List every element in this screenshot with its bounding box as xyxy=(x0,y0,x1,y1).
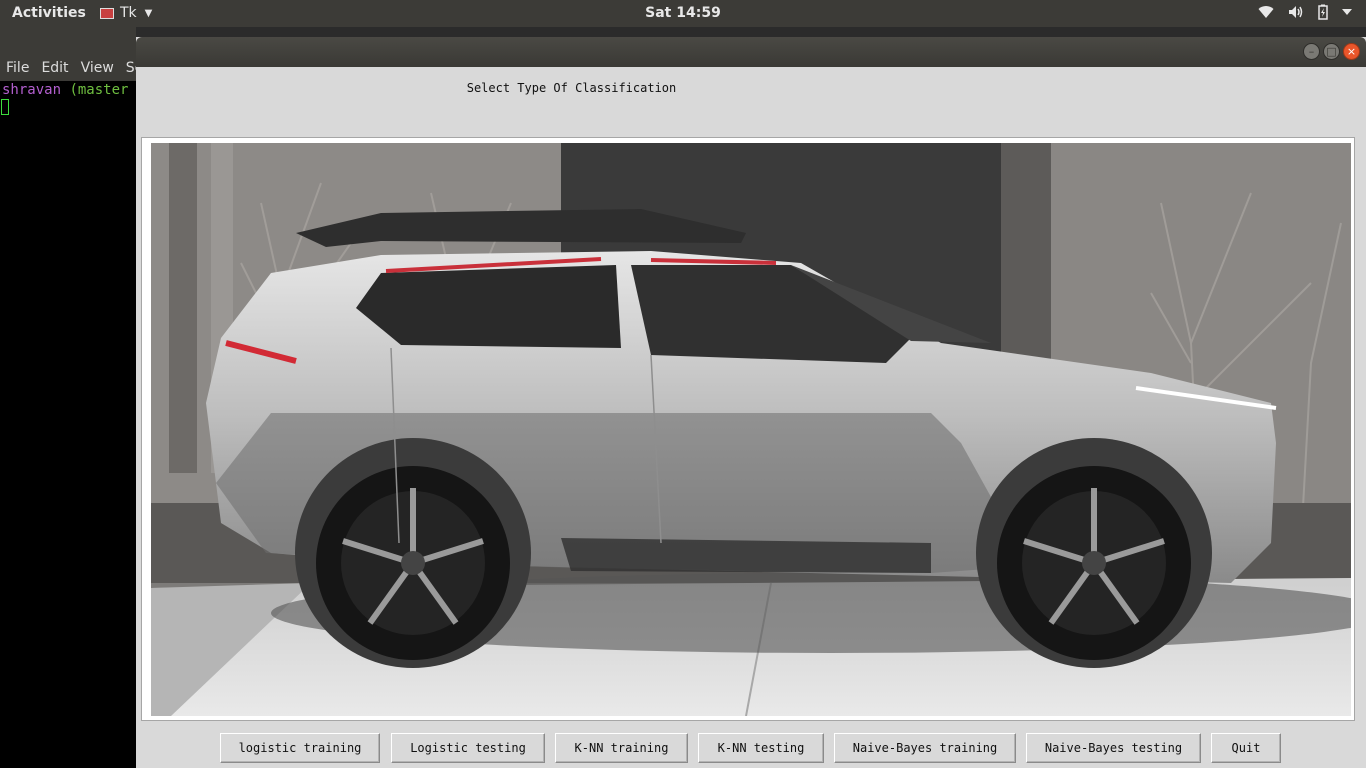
terminal-window: File Edit View Se shravan (master xyxy=(0,27,136,768)
suv-illustration xyxy=(151,143,1351,716)
logistic-training-button[interactable]: logistic training xyxy=(220,733,380,763)
naive-bayes-training-button[interactable]: Naive-Bayes training xyxy=(834,733,1016,763)
menu-edit[interactable]: Edit xyxy=(41,60,68,76)
clock[interactable]: Sat 14:59 xyxy=(0,5,1366,21)
window-titlebar[interactable]: – □ × xyxy=(136,37,1366,67)
terminal-menubar: File Edit View Se xyxy=(0,55,136,81)
car-photo xyxy=(151,143,1351,716)
terminal-cursor xyxy=(1,99,9,115)
window-controls: – □ × xyxy=(1303,43,1360,60)
knn-training-button[interactable]: K-NN training xyxy=(555,733,688,763)
knn-testing-button[interactable]: K-NN testing xyxy=(698,733,824,763)
minimize-icon[interactable]: – xyxy=(1303,43,1320,60)
terminal-titlebar[interactable] xyxy=(0,27,136,55)
battery-icon xyxy=(1318,4,1328,20)
power-menu-chevron-down-icon xyxy=(1342,9,1352,15)
volume-icon xyxy=(1289,6,1303,18)
prompt-branch: (master xyxy=(69,82,129,98)
maximize-icon[interactable]: □ xyxy=(1323,43,1340,60)
naive-bayes-testing-button[interactable]: Naive-Bayes testing xyxy=(1026,733,1201,763)
tk-window: – □ × Select Type Of Classification logi… xyxy=(136,37,1366,768)
system-tray[interactable] xyxy=(1258,4,1352,20)
image-frame xyxy=(141,137,1355,721)
close-icon[interactable]: × xyxy=(1343,43,1360,60)
wifi-icon xyxy=(1258,6,1274,19)
prompt-user: shravan xyxy=(2,82,62,98)
terminal-prompt: shravan (master xyxy=(2,82,128,98)
menu-view[interactable]: View xyxy=(81,60,114,76)
logistic-testing-button[interactable]: Logistic testing xyxy=(391,733,545,763)
quit-button[interactable]: Quit xyxy=(1211,733,1281,763)
top-panel: Activities Tk ▼ Sat 14:59 xyxy=(0,0,1366,27)
menu-search[interactable]: Se xyxy=(126,60,136,76)
menu-file[interactable]: File xyxy=(6,60,29,76)
page-title: Select Type Of Classification xyxy=(466,81,677,95)
